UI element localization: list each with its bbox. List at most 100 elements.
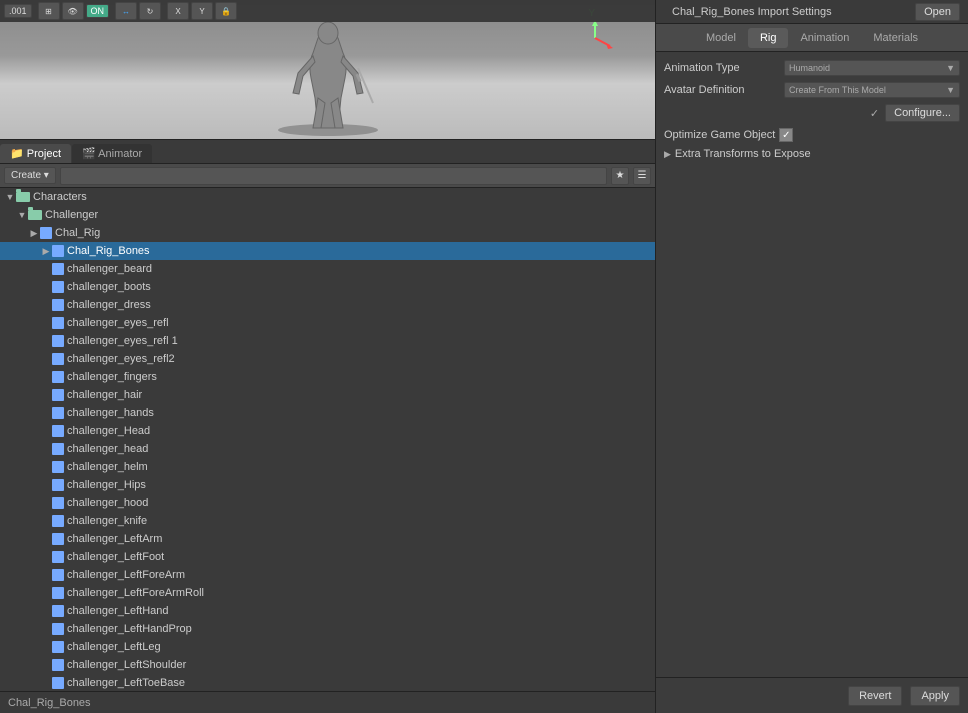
list-item[interactable]: challenger_hands bbox=[0, 404, 655, 422]
revert-button[interactable]: Revert bbox=[848, 686, 902, 706]
list-item[interactable]: challenger_head bbox=[0, 440, 655, 458]
list-item[interactable]: challenger_knife bbox=[0, 512, 655, 530]
list-item[interactable]: challenger_dress bbox=[0, 296, 655, 314]
viewport-grid-btn[interactable]: ⊞ bbox=[38, 2, 60, 20]
folder-icon bbox=[28, 210, 42, 220]
item-label: Characters bbox=[33, 191, 87, 203]
tab-project[interactable]: 📁 Project bbox=[0, 144, 71, 163]
expand-arrow: ▼ bbox=[16, 209, 28, 221]
configure-button[interactable]: Configure... bbox=[885, 104, 960, 122]
list-item[interactable]: challenger_LeftToeBase bbox=[0, 674, 655, 691]
item-label: challenger_helm bbox=[67, 461, 148, 473]
item-label: challenger_head bbox=[67, 443, 148, 455]
list-item[interactable]: challenger_LeftShoulder bbox=[0, 656, 655, 674]
list-item[interactable]: challenger_fingers bbox=[0, 368, 655, 386]
create-button[interactable]: Create ▾ bbox=[4, 167, 56, 184]
list-item[interactable]: challenger_LeftLeg bbox=[0, 638, 655, 656]
viewport: .001 ⊞ 👁 ON ↔ ↻ X Y 🔒 bbox=[0, 0, 655, 140]
mesh-icon bbox=[52, 515, 64, 527]
list-item[interactable]: challenger_LeftArm bbox=[0, 530, 655, 548]
list-item[interactable]: ▼ Challenger bbox=[0, 206, 655, 224]
settings-icon[interactable]: ☰ bbox=[633, 167, 651, 185]
item-label: challenger_eyes_refl2 bbox=[67, 353, 175, 365]
list-item[interactable]: challenger_hood bbox=[0, 494, 655, 512]
viewport-y-btn[interactable]: Y bbox=[191, 2, 213, 20]
item-label: challenger_LeftHand bbox=[67, 605, 169, 617]
main-container: .001 ⊞ 👁 ON ↔ ↻ X Y 🔒 bbox=[0, 0, 968, 713]
extra-transforms-row[interactable]: ▶ Extra Transforms to Expose bbox=[664, 148, 960, 160]
list-item[interactable]: ▶ Chal_Rig_Bones bbox=[0, 242, 655, 260]
list-item[interactable]: challenger_hair bbox=[0, 386, 655, 404]
top-area: .001 ⊞ 👁 ON ↔ ↻ X Y 🔒 bbox=[0, 0, 968, 713]
avatar-definition-dropdown[interactable]: Create From This Model ▼ bbox=[784, 82, 960, 98]
mesh-icon bbox=[52, 407, 64, 419]
mesh-icon bbox=[52, 389, 64, 401]
list-item[interactable]: challenger_eyes_refl bbox=[0, 314, 655, 332]
item-label: challenger_fingers bbox=[67, 371, 157, 383]
tab-animator-label: Animator bbox=[98, 148, 142, 160]
viewport-rotate-btn[interactable]: ↻ bbox=[139, 2, 161, 20]
list-item[interactable]: challenger_eyes_refl 1 bbox=[0, 332, 655, 350]
viewport-on-btn[interactable]: ON bbox=[86, 4, 110, 18]
list-item[interactable]: challenger_LeftFoot bbox=[0, 548, 655, 566]
tab-materials[interactable]: Materials bbox=[861, 28, 930, 48]
tab-animation[interactable]: Animation bbox=[788, 28, 861, 48]
item-label: challenger_LeftHandProp bbox=[67, 623, 192, 635]
list-item[interactable]: ▶ Chal_Rig bbox=[0, 224, 655, 242]
item-label: challenger_LeftToeBase bbox=[67, 677, 185, 689]
mesh-icon bbox=[52, 605, 64, 617]
mesh-icon bbox=[52, 353, 64, 365]
apply-button[interactable]: Apply bbox=[910, 686, 960, 706]
list-item[interactable]: challenger_eyes_refl2 bbox=[0, 350, 655, 368]
list-item[interactable]: challenger_Head bbox=[0, 422, 655, 440]
mesh-icon bbox=[52, 659, 64, 671]
item-label: challenger_eyes_refl 1 bbox=[67, 335, 178, 347]
animation-type-dropdown[interactable]: Humanoid ▼ bbox=[784, 60, 960, 76]
tab-model[interactable]: Model bbox=[694, 28, 748, 48]
panel-tabs: 📁 Project 🎬 Animator bbox=[0, 140, 655, 164]
viewport-dot001-btn[interactable]: .001 bbox=[4, 4, 32, 18]
mesh-icon bbox=[52, 371, 64, 383]
list-item[interactable]: challenger_LeftHand bbox=[0, 602, 655, 620]
avatar-definition-row: Avatar Definition Create From This Model… bbox=[664, 82, 960, 98]
inspector-title: Chal_Rig_Bones Import Settings bbox=[664, 6, 915, 18]
dropdown-arrow-icon: ▼ bbox=[946, 63, 955, 73]
open-button[interactable]: Open bbox=[915, 3, 960, 21]
list-item[interactable]: challenger_LeftForeArmRoll bbox=[0, 584, 655, 602]
viewport-lock-btn[interactable]: 🔒 bbox=[215, 2, 237, 20]
viewport-x-btn[interactable]: X bbox=[167, 2, 189, 20]
checkmark-icon: ✓ bbox=[782, 130, 790, 141]
collapse-arrow-icon: ▶ bbox=[664, 149, 671, 160]
mesh-icon bbox=[52, 281, 64, 293]
list-item[interactable]: challenger_LeftForeArm bbox=[0, 566, 655, 584]
mesh-icon bbox=[52, 623, 64, 635]
animation-type-value: Humanoid bbox=[789, 63, 830, 73]
optimize-checkbox[interactable]: ✓ bbox=[779, 128, 793, 142]
rig-icon bbox=[40, 227, 52, 239]
status-label: Chal_Rig_Bones bbox=[8, 697, 91, 709]
item-label: Chal_Rig_Bones bbox=[67, 245, 150, 257]
list-item[interactable]: challenger_boots bbox=[0, 278, 655, 296]
item-label: Chal_Rig bbox=[55, 227, 100, 239]
favorites-icon[interactable]: ★ bbox=[611, 167, 629, 185]
tab-rig[interactable]: Rig bbox=[748, 28, 789, 48]
list-item[interactable]: challenger_LeftHandProp bbox=[0, 620, 655, 638]
viewport-move-btn[interactable]: ↔ bbox=[115, 2, 137, 20]
tab-project-label: Project bbox=[27, 148, 61, 160]
item-label: challenger_Head bbox=[67, 425, 150, 437]
viewport-eye-btn[interactable]: 👁 bbox=[62, 2, 84, 20]
tree-panel[interactable]: ▼ Characters ▼ Challenger ▶ Chal_Rig bbox=[0, 188, 655, 691]
inspector-tabs: Model Rig Animation Materials bbox=[656, 24, 968, 52]
panel-toolbar: Create ▾ ★ ☰ bbox=[0, 164, 655, 188]
optimize-row: Optimize Game Object ✓ bbox=[664, 128, 960, 142]
expand-arrow: ▼ bbox=[4, 191, 16, 203]
avatar-definition-label: Avatar Definition bbox=[664, 84, 784, 96]
tab-animator[interactable]: 🎬 Animator bbox=[72, 144, 152, 163]
item-label: challenger_Hips bbox=[67, 479, 146, 491]
list-item[interactable]: challenger_helm bbox=[0, 458, 655, 476]
tab-project-icon: 📁 bbox=[10, 148, 27, 160]
list-item[interactable]: challenger_Hips bbox=[0, 476, 655, 494]
list-item[interactable]: challenger_beard bbox=[0, 260, 655, 278]
list-item[interactable]: ▼ Characters bbox=[0, 188, 655, 206]
search-input[interactable] bbox=[60, 167, 607, 185]
